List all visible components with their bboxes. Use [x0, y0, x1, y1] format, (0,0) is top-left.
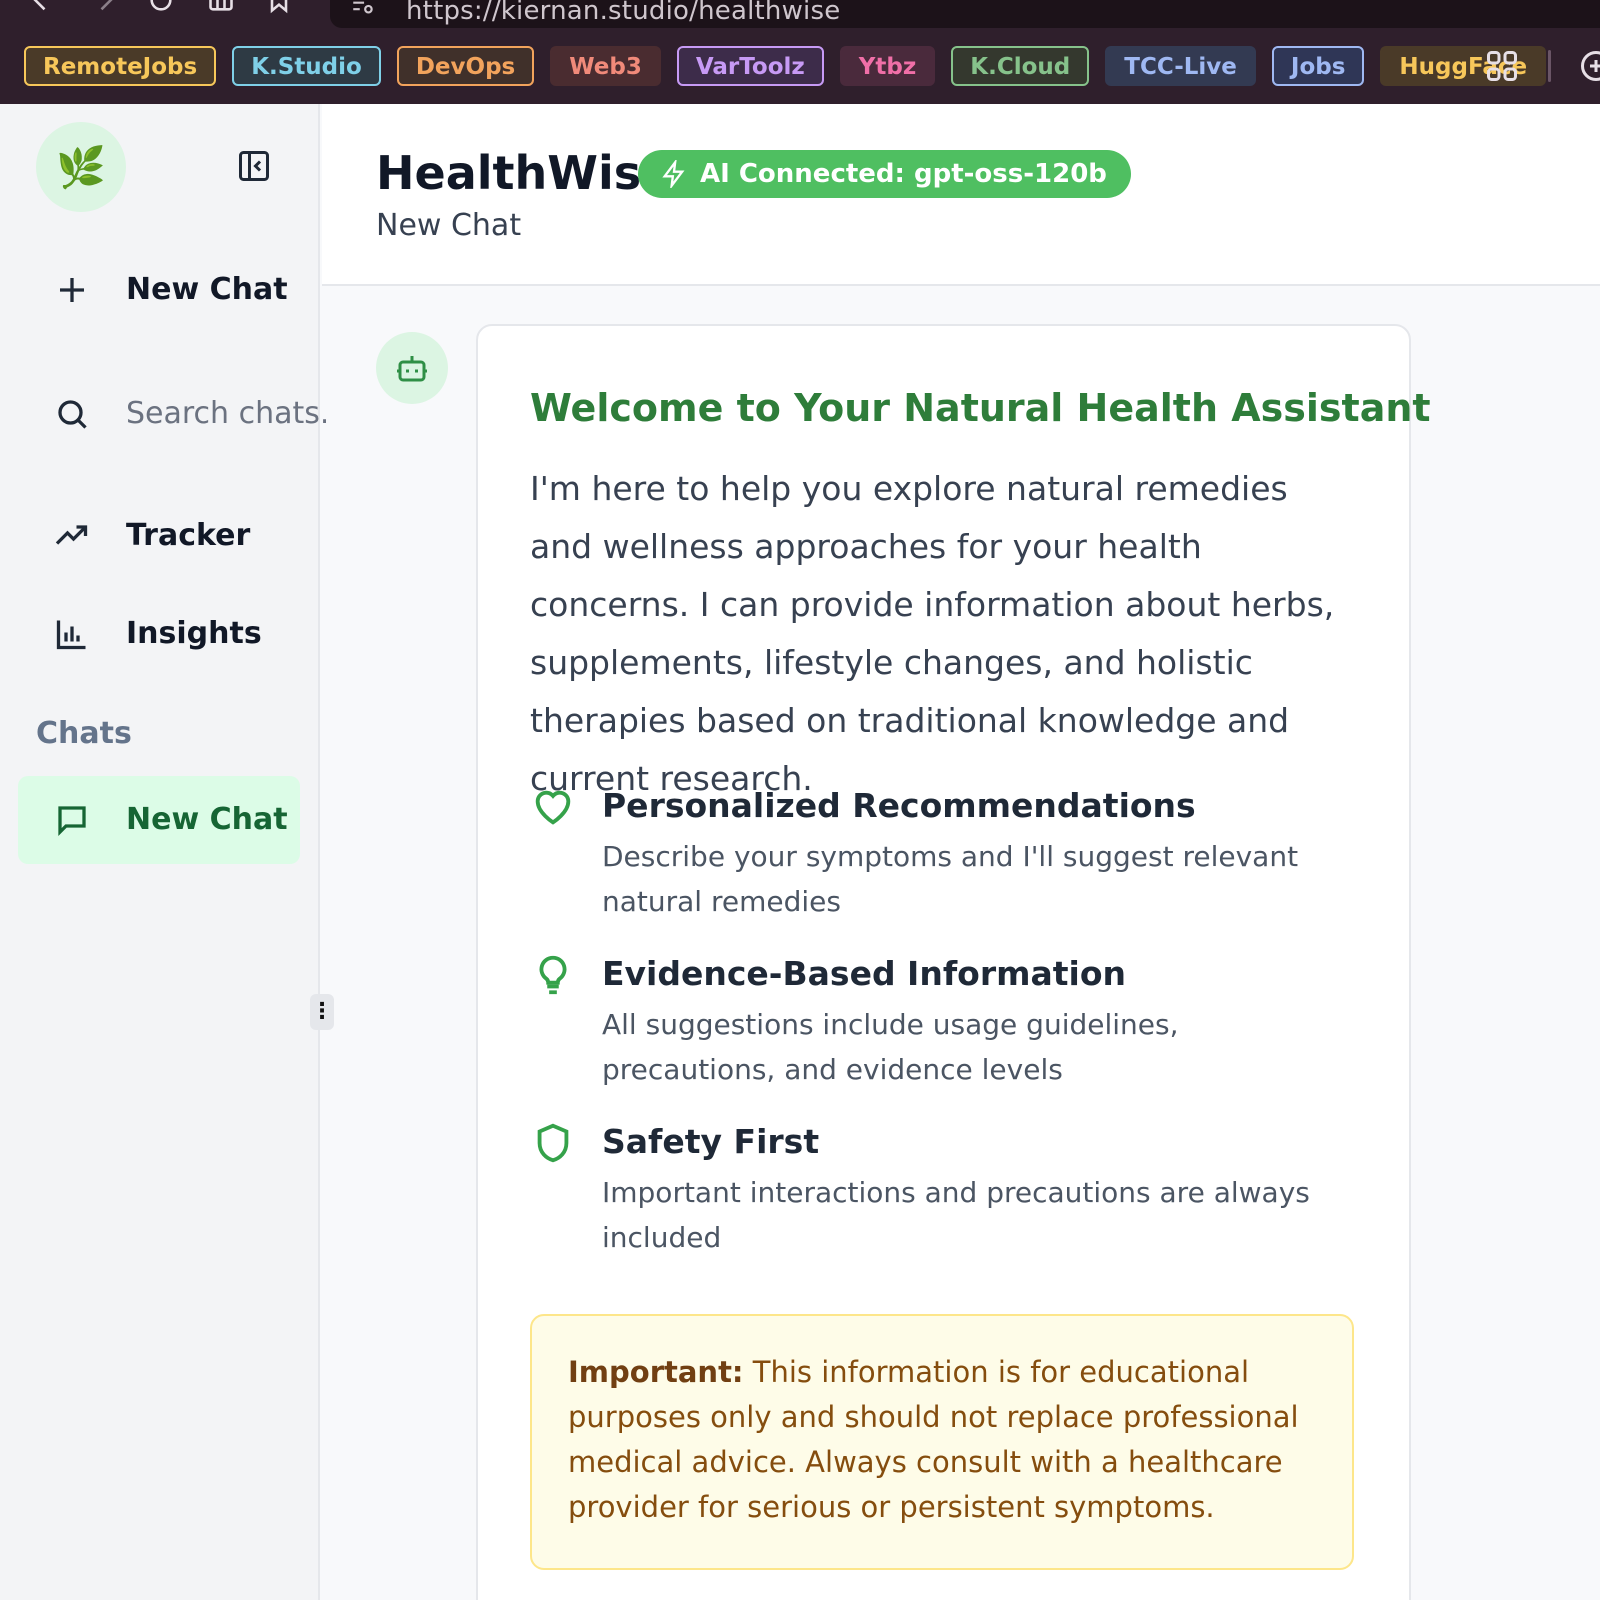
bookmark-chip[interactable]: Web3 [550, 46, 661, 86]
feature-title: Evidence-Based Information [602, 954, 1127, 993]
zap-icon [662, 160, 685, 188]
extension-icon[interactable] [1578, 48, 1600, 84]
feature-description: All suggestions include usage guidelines… [602, 1008, 1179, 1086]
message-square-icon [54, 802, 90, 838]
browser-chrome: https://kiernan.studio/healthwise Remote… [0, 0, 1600, 104]
sidebar-item-insights[interactable]: Insights [18, 590, 300, 678]
chat-list-item[interactable]: New Chat [18, 776, 300, 864]
site-settings-icon[interactable] [350, 0, 376, 14]
disclaimer-notice: Important: This information is for educa… [530, 1314, 1354, 1570]
sidebar-toggle-icon[interactable] [204, 0, 238, 14]
browser-nav-row: https://kiernan.studio/healthwise [0, 0, 1600, 30]
feature-description: Describe your symptoms and I'll suggest … [602, 840, 1299, 918]
chats-heading: Chats [36, 716, 132, 751]
bookmark-chip[interactable]: K.Cloud [951, 46, 1090, 86]
search-input[interactable]: Search chats... [126, 396, 326, 431]
new-chat-button[interactable]: New Chat [18, 246, 300, 334]
chat-subtitle: New Chat [376, 208, 522, 243]
forward-icon[interactable] [88, 0, 122, 14]
app-title: HealthWise [376, 146, 673, 200]
apps-grid-icon[interactable] [1484, 48, 1520, 84]
ai-status-badge: AI Connected: gpt-oss-120b [638, 150, 1131, 198]
search-chats[interactable]: Search chats... [18, 370, 326, 458]
bookmark-chip[interactable]: Ytbz [839, 46, 936, 86]
bookmark-chip[interactable]: DevOps [396, 46, 535, 86]
welcome-title: Welcome to Your Natural Health Assistant [530, 386, 1431, 430]
search-icon [54, 396, 90, 432]
tracker-label: Tracker [126, 518, 251, 553]
lightbulb-icon [530, 952, 576, 998]
intro-text: I'm here to help you explore natural rem… [530, 469, 1335, 798]
assistant-avatar [376, 332, 448, 404]
reload-icon[interactable] [144, 0, 178, 14]
sidebar: 🌿 New Chat Search chats... Tracker Insig… [0, 104, 326, 1600]
bookmark-chip[interactable]: TCC-Live [1105, 46, 1256, 86]
bot-icon [397, 356, 427, 382]
shield-icon [530, 1120, 576, 1166]
app-logo: 🌿 [36, 122, 126, 212]
plus-icon [54, 272, 90, 308]
ai-status-text: AI Connected: gpt-oss-120b [700, 159, 1107, 189]
leaf-icon: 🌿 [56, 144, 106, 191]
bookmark-chip[interactable]: Jobs [1271, 46, 1365, 86]
notice-label: Important: [568, 1355, 744, 1389]
bookmark-chip[interactable]: HuggFace [1380, 46, 1547, 86]
bar-chart-icon [54, 616, 90, 652]
trending-up-icon [54, 518, 90, 554]
bookmark-icon[interactable] [262, 0, 296, 14]
feature-title: Personalized Recommendations [602, 786, 1196, 825]
feature-title: Safety First [602, 1122, 820, 1161]
feature-description: Important interactions and precautions a… [602, 1176, 1310, 1254]
sidebar-resize-handle[interactable]: ⋮ [310, 994, 334, 1030]
collapse-sidebar-icon[interactable] [236, 148, 272, 184]
bookmark-chip[interactable]: VarToolz [676, 46, 824, 86]
chat-item-label: New Chat [126, 802, 288, 837]
welcome-message-card: Welcome to Your Natural Health Assistant… [476, 324, 1431, 1600]
address-bar[interactable]: https://kiernan.studio/healthwise [330, 0, 1600, 28]
chat-header: HealthWise AI Connected: gpt-oss-120b Ne… [322, 104, 1600, 286]
new-chat-label: New Chat [126, 272, 288, 307]
sidebar-item-tracker[interactable]: Tracker [18, 492, 300, 580]
toolbar-divider [1548, 50, 1551, 82]
back-icon[interactable] [24, 0, 58, 14]
bookmark-chip[interactable]: RemoteJobs [24, 46, 217, 86]
url-text[interactable]: https://kiernan.studio/healthwise [406, 0, 840, 26]
bookmark-chip[interactable]: K.Studio [232, 46, 381, 86]
bookmarks-bar: RemoteJobs K.Studio DevOps Web3 VarToolz Ytbz… [24, 46, 1547, 86]
heart-icon [530, 784, 576, 830]
insights-label: Insights [126, 616, 262, 651]
